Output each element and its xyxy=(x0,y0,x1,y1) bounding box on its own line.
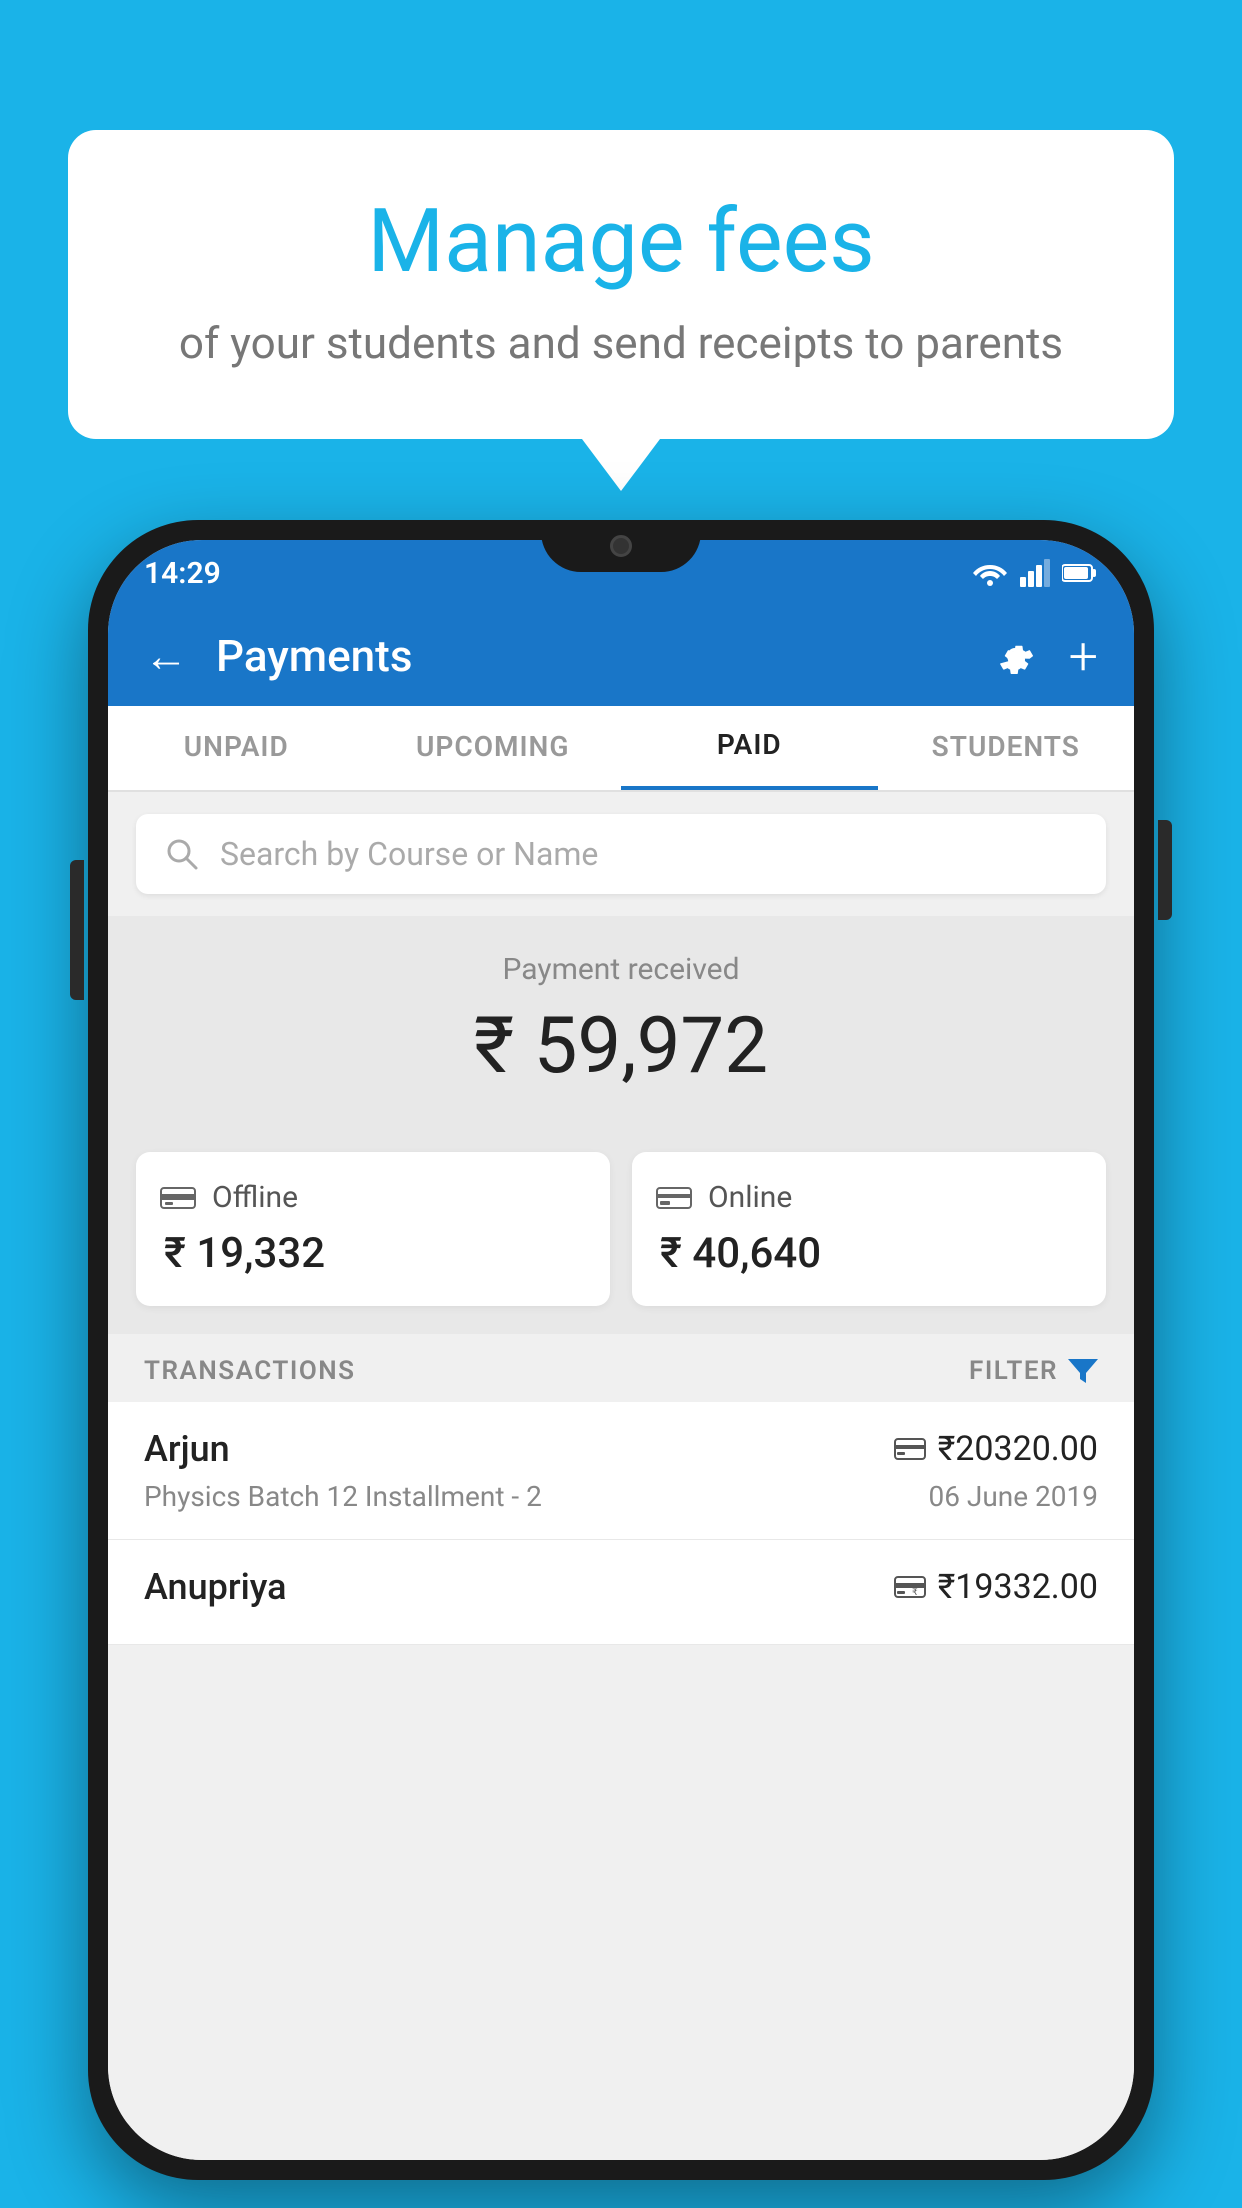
offline-card: Offline ₹ 19,332 xyxy=(136,1152,610,1306)
tab-paid[interactable]: PAID xyxy=(621,706,878,790)
wifi-icon xyxy=(972,559,1008,587)
filter-label: FILTER xyxy=(969,1356,1058,1386)
online-card-header: Online xyxy=(656,1180,1082,1215)
online-amount: ₹ 40,640 xyxy=(656,1229,1082,1278)
phone-notch xyxy=(541,520,701,572)
transaction-row[interactable]: Arjun ₹20320.00 Physics Batch 12 Install… xyxy=(108,1402,1134,1540)
online-card: Online ₹ 40,640 xyxy=(632,1152,1106,1306)
speech-bubble-container: Manage fees of your students and send re… xyxy=(68,130,1174,439)
offline-amount: ₹ 19,332 xyxy=(160,1229,586,1278)
transaction-amount-row-anupriya: ₹ ₹19332.00 xyxy=(894,1567,1098,1607)
offline-payment-icon xyxy=(160,1184,196,1212)
tab-unpaid[interactable]: UNPAID xyxy=(108,706,365,790)
tab-students[interactable]: STUDENTS xyxy=(878,706,1135,790)
phone-device: 14:29 xyxy=(88,520,1154,2180)
battery-icon xyxy=(1062,563,1098,583)
offline-label: Offline xyxy=(212,1180,298,1215)
phone-shell: 14:29 xyxy=(88,520,1154,2180)
transaction-detail-arjun: Physics Batch 12 Installment - 2 xyxy=(144,1480,542,1513)
transaction-name-arjun: Arjun xyxy=(144,1428,230,1470)
transaction-top-anupriya: Anupriya ₹ ₹19332.00 xyxy=(144,1566,1098,1608)
transaction-amount-row-arjun: ₹20320.00 xyxy=(894,1429,1098,1469)
payment-cards: Offline ₹ 19,332 Online xyxy=(108,1124,1134,1334)
transaction-amount-arjun: ₹20320.00 xyxy=(938,1429,1098,1469)
app-header: ← Payments + xyxy=(108,606,1134,706)
bubble-subtitle: of your students and send receipts to pa… xyxy=(148,317,1094,369)
search-placeholder: Search by Course or Name xyxy=(220,835,598,873)
transactions-label: TRANSACTIONS xyxy=(144,1356,356,1386)
transaction-row-anupriya[interactable]: Anupriya ₹ ₹19332.00 xyxy=(108,1540,1134,1645)
add-button[interactable]: + xyxy=(1069,626,1098,687)
payment-received-label: Payment received xyxy=(136,952,1106,987)
filter-icon xyxy=(1068,1357,1098,1385)
transaction-name-anupriya: Anupriya xyxy=(144,1566,287,1608)
tab-upcoming[interactable]: UPCOMING xyxy=(365,706,622,790)
header-right: + xyxy=(993,626,1098,687)
status-time: 14:29 xyxy=(144,556,221,591)
camera xyxy=(610,535,632,557)
search-bar[interactable]: Search by Course or Name xyxy=(136,814,1106,894)
phone-screen: 14:29 xyxy=(108,540,1134,2160)
back-button[interactable]: ← xyxy=(144,630,188,682)
transactions-header: TRANSACTIONS FILTER xyxy=(108,1334,1134,1402)
settings-icon[interactable] xyxy=(993,634,1037,678)
header-title: Payments xyxy=(216,630,412,682)
transaction-bottom-arjun: Physics Batch 12 Installment - 2 06 June… xyxy=(144,1480,1098,1513)
tabs-bar: UNPAID UPCOMING PAID STUDENTS xyxy=(108,706,1134,792)
online-label: Online xyxy=(708,1180,792,1215)
payment-section: Payment received ₹ 59,972 xyxy=(108,916,1134,1124)
signal-icon xyxy=(1020,559,1050,587)
search-icon xyxy=(164,836,200,872)
transaction-top-arjun: Arjun ₹20320.00 xyxy=(144,1428,1098,1470)
header-left: ← Payments xyxy=(144,630,412,682)
offline-card-header: Offline xyxy=(160,1180,586,1215)
bubble-title: Manage fees xyxy=(148,190,1094,293)
transaction-amount-anupriya: ₹19332.00 xyxy=(938,1567,1098,1607)
offline-tx-icon: ₹ xyxy=(894,1575,926,1599)
transaction-date-arjun: 06 June 2019 xyxy=(928,1480,1098,1513)
payment-total-amount: ₹ 59,972 xyxy=(136,1001,1106,1092)
svg-text:₹: ₹ xyxy=(912,1587,918,1597)
content-area: Search by Course or Name Payment receive… xyxy=(108,792,1134,2160)
status-icons xyxy=(972,559,1098,587)
online-payment-icon xyxy=(656,1184,692,1212)
speech-bubble: Manage fees of your students and send re… xyxy=(68,130,1174,439)
online-tx-icon xyxy=(894,1437,926,1461)
filter-section[interactable]: FILTER xyxy=(969,1356,1098,1386)
